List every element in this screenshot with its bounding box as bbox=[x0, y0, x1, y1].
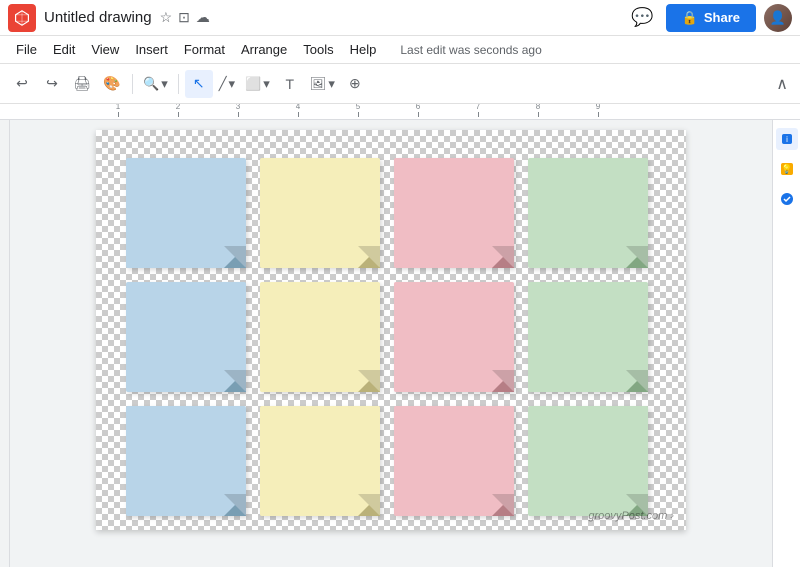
note-fold bbox=[224, 494, 246, 516]
redo-button[interactable]: ↪ bbox=[38, 70, 66, 98]
avatar[interactable]: 👤 bbox=[764, 4, 792, 32]
menu-edit[interactable]: Edit bbox=[45, 40, 83, 59]
svg-text:💡: 💡 bbox=[781, 163, 792, 174]
image-tool[interactable]: 🖼 ▾ bbox=[306, 74, 339, 94]
sticky-note[interactable] bbox=[394, 282, 514, 392]
image-icon: 🖼 bbox=[310, 76, 327, 92]
note-fold bbox=[626, 246, 648, 268]
sticky-note[interactable] bbox=[394, 406, 514, 516]
svg-text:i: i bbox=[786, 135, 788, 144]
note-fold bbox=[358, 246, 380, 268]
ruler-mark-6: 6 bbox=[388, 104, 448, 117]
shape-tool[interactable]: ⬜ ▾ bbox=[241, 74, 274, 94]
toolbar: ↩ ↪ 🖨 🎨 🔍 ▾ ↖ ╱ ▾ ⬜ ▾ T 🖼 ▾ ⊕ ∧ bbox=[0, 64, 800, 104]
canvas-area[interactable]: groovyPost.com › bbox=[10, 120, 772, 567]
sidebar-notifications-icon[interactable]: i bbox=[776, 128, 798, 150]
drawing-canvas[interactable]: groovyPost.com › bbox=[96, 130, 686, 530]
ruler-mark-1: 1 bbox=[88, 104, 148, 117]
document-title[interactable]: Untitled drawing bbox=[44, 9, 152, 26]
toolbar-sep-1 bbox=[132, 74, 133, 94]
toolbar-sep-2 bbox=[178, 74, 179, 94]
menu-format[interactable]: Format bbox=[176, 40, 233, 59]
folder-icon[interactable]: ⊡ bbox=[178, 9, 190, 26]
note-fold bbox=[492, 246, 514, 268]
note-fold bbox=[626, 370, 648, 392]
ruler-marks: 1 2 3 4 5 6 7 8 9 bbox=[88, 104, 628, 117]
comment-button[interactable]: 💬 bbox=[627, 3, 657, 32]
zoom-value: ▾ bbox=[161, 76, 168, 92]
menu-file[interactable]: File bbox=[8, 40, 45, 59]
lock-icon: 🔒 bbox=[682, 10, 698, 26]
note-fold bbox=[358, 494, 380, 516]
more-button[interactable]: ⊕ bbox=[341, 70, 369, 98]
sticky-notes-grid bbox=[106, 140, 668, 534]
print-button[interactable]: 🖨 bbox=[68, 70, 96, 98]
ruler-mark-3: 3 bbox=[208, 104, 268, 117]
sticky-note[interactable] bbox=[260, 282, 380, 392]
menu-tools[interactable]: Tools bbox=[295, 40, 341, 59]
menu-bar: File Edit View Insert Format Arrange Too… bbox=[0, 36, 800, 64]
cloud-icon[interactable]: ☁ bbox=[196, 9, 210, 26]
avatar-image: 👤 bbox=[764, 4, 792, 32]
note-fold bbox=[492, 494, 514, 516]
collapse-toolbar-button[interactable]: ∧ bbox=[772, 70, 792, 98]
select-tool[interactable]: ↖ bbox=[185, 70, 213, 98]
sticky-note[interactable] bbox=[394, 158, 514, 268]
title-bar: Untitled drawing ☆ ⊡ ☁ 💬 🔒 Share 👤 bbox=[0, 0, 800, 36]
line-icon: ╱ bbox=[219, 76, 227, 92]
text-tool[interactable]: T bbox=[276, 70, 304, 98]
sidebar-check-icon[interactable] bbox=[776, 188, 798, 210]
sticky-note[interactable] bbox=[260, 406, 380, 516]
sidebar-tips-icon[interactable]: 💡 bbox=[776, 158, 798, 180]
menu-view[interactable]: View bbox=[83, 40, 127, 59]
menu-help[interactable]: Help bbox=[342, 40, 385, 59]
sticky-note[interactable] bbox=[126, 282, 246, 392]
last-edit-status: Last edit was seconds ago bbox=[400, 43, 541, 57]
right-sidebar: i 💡 bbox=[772, 120, 800, 567]
ruler-mark-4: 4 bbox=[268, 104, 328, 117]
note-fold bbox=[358, 370, 380, 392]
sticky-note[interactable] bbox=[260, 158, 380, 268]
sticky-note[interactable] bbox=[528, 158, 648, 268]
ruler-mark-8: 8 bbox=[508, 104, 568, 117]
menu-insert[interactable]: Insert bbox=[127, 40, 176, 59]
zoom-icon: 🔍 bbox=[143, 76, 159, 92]
ruler-mark-7: 7 bbox=[448, 104, 508, 117]
ruler-mark-5: 5 bbox=[328, 104, 388, 117]
menu-arrange[interactable]: Arrange bbox=[233, 40, 295, 59]
ruler-mark-2: 2 bbox=[148, 104, 208, 117]
main-area: groovyPost.com › i 💡 bbox=[0, 120, 800, 567]
sticky-note[interactable] bbox=[528, 406, 648, 516]
sticky-note[interactable] bbox=[126, 406, 246, 516]
note-fold bbox=[224, 246, 246, 268]
share-button[interactable]: 🔒 Share bbox=[666, 4, 756, 32]
shape-icon: ⬜ bbox=[245, 76, 261, 92]
sticky-note[interactable] bbox=[126, 158, 246, 268]
note-fold bbox=[224, 370, 246, 392]
line-tool[interactable]: ╱ ▾ bbox=[215, 74, 239, 94]
app-logo[interactable] bbox=[8, 4, 36, 32]
zoom-dropdown[interactable]: 🔍 ▾ bbox=[139, 74, 172, 94]
paint-format-button[interactable]: 🎨 bbox=[98, 70, 126, 98]
left-gutter bbox=[0, 120, 10, 567]
sticky-note[interactable] bbox=[528, 282, 648, 392]
undo-button[interactable]: ↩ bbox=[8, 70, 36, 98]
ruler: 1 2 3 4 5 6 7 8 9 bbox=[0, 104, 800, 120]
note-fold bbox=[492, 370, 514, 392]
watermark: groovyPost.com › bbox=[588, 510, 674, 522]
star-icon[interactable]: ☆ bbox=[160, 9, 173, 26]
ruler-mark-9: 9 bbox=[568, 104, 628, 117]
